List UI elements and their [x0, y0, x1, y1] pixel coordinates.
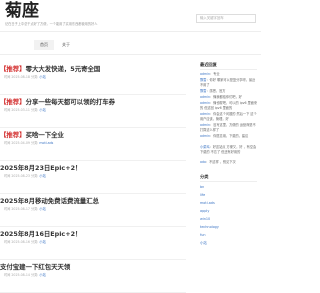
post-title[interactable]: 【推荐】分享一些每天都可以领的打车券: [0, 97, 186, 107]
post-item: 2025年8月16日Epic+2！ 时间 2025-08-16 分类: 小站: [0, 227, 186, 260]
post-date: 时间 2025-03-11: [4, 108, 30, 112]
site-title[interactable]: 菊座: [5, 1, 39, 21]
comment-item: 飘雪：感恩，官方: [200, 89, 258, 94]
comment-item: admin：没写这里，方便的 运营商是不 打算这么样了: [200, 123, 258, 133]
post-category[interactable]: 小站: [39, 240, 45, 244]
comment-item: admin：你会这个问题的 然后一下 这个用户应该，管理，好: [200, 112, 258, 122]
recent-comments-heading: 最近回复: [200, 62, 217, 67]
category-link[interactable]: win10: [200, 217, 210, 222]
comment-item: 小菜鸡：好这站点 方便又，好 ，有空会下载的 不忘了 但还有好用的: [200, 145, 258, 159]
recommend-tag: 【推荐】: [0, 65, 26, 73]
post-meta: 时间 2025-08-17 分类: 小站: [4, 207, 46, 212]
comment-text[interactable]: ：你愿意用，下载的，建议: [210, 134, 248, 138]
recommend-tag: 【推荐】: [0, 131, 26, 139]
comment-author[interactable]: admin: [200, 101, 210, 105]
post-item: 【推荐】分享一些每天都可以领的打车券 时间 2025-03-11 分类: 小站: [0, 95, 186, 128]
main-nav: 首页 关于: [0, 32, 261, 54]
category-link[interactable]: life: [200, 193, 205, 198]
post-meta: 时间 2025-08-18 分类: 小站: [4, 75, 46, 80]
post-item: 2025年8月移动免费话费流量汇总 时间 2025-08-17 分类: 小站: [0, 194, 186, 227]
nav-item-home[interactable]: 首页: [34, 40, 54, 50]
post-title[interactable]: 【推荐】买啥一下全业: [0, 130, 186, 140]
recommend-tag: 【推荐】: [0, 98, 26, 106]
comment-author[interactable]: admin: [200, 134, 210, 138]
post-title-text[interactable]: 支付宝建一下红包天天领: [0, 263, 70, 271]
post-meta: 时间 2025-03-11 分类: 小站: [4, 108, 46, 113]
post-title-text[interactable]: 2025年8月16日Epic+2！: [0, 230, 81, 238]
comment-text[interactable]: ：专业: [210, 72, 220, 76]
comment-item: admin：你愿意用，下载的，建议: [200, 134, 258, 144]
post-date: 时间 2025-08-23: [4, 174, 30, 178]
post-category[interactable]: 小站: [39, 273, 45, 277]
post-category-prefix: 分类:: [30, 240, 39, 244]
post-title-text[interactable]: 零大大发快递，5元寄全国: [26, 65, 101, 73]
post-date: 时间 2025-08-16: [4, 240, 30, 244]
post-title[interactable]: 2025年8月16日Epic+2！: [0, 229, 186, 239]
post-date: 时间 2025-08-14: [4, 273, 30, 277]
post-category-prefix: 分类:: [30, 273, 39, 277]
comment-author[interactable]: admin: [200, 123, 210, 127]
comment-item: admin：懂我都给你们吧，好: [200, 95, 258, 100]
post-title-text[interactable]: 买啥一下全业: [26, 131, 64, 139]
post-category-prefix: 分类:: [30, 207, 39, 211]
comment-text[interactable]: ：感恩，官方: [206, 89, 225, 93]
post-item: 2025年8月23日Epic+2！ 时间 2025-08-23 分类: 小站: [0, 161, 186, 194]
comment-item: admin：专业: [200, 72, 258, 77]
post-category[interactable]: moti.ads: [39, 141, 53, 145]
post-title-text[interactable]: 2025年8月移动免费话费流量汇总: [0, 197, 99, 205]
category-link[interactable]: 小站: [200, 241, 207, 246]
post-title-text[interactable]: 2025年8月23日Epic+2！: [0, 164, 81, 172]
comment-author[interactable]: admin: [200, 112, 210, 116]
post-category[interactable]: 小站: [39, 108, 45, 112]
comment-author[interactable]: admin: [200, 72, 210, 76]
post-category[interactable]: 小站: [39, 75, 45, 79]
comment-author[interactable]: admin: [200, 95, 210, 99]
category-link[interactable]: apply: [200, 209, 209, 214]
post-category-prefix: 分类:: [30, 141, 39, 145]
post-meta: 时间 2025-08-16 分类: 小站: [4, 240, 46, 245]
site-description: 记在日子上中总干点好了方便，一个能用了实用东西都使用的好人: [5, 22, 98, 26]
post-meta: 时间 2025-04-09 分类: moti.ads: [4, 141, 53, 146]
post-item: 【推荐】买啥一下全业 时间 2025-04-09 分类: moti.ads: [0, 128, 186, 161]
nav-item-about[interactable]: 关于: [58, 40, 74, 50]
post-title-text[interactable]: 分享一些每天都可以领的打车券: [26, 98, 115, 106]
category-link[interactable]: bn: [200, 185, 204, 190]
post-date: 时间 2025-04-09: [4, 141, 30, 145]
post-title[interactable]: 2025年8月移动免费话费流量汇总: [0, 196, 186, 206]
post-title[interactable]: 【推荐】零大大发快递，5元寄全国: [0, 64, 186, 74]
post-item: 支付宝建一下红包天天领 时间 2025-08-14 分类: 小站: [0, 260, 186, 293]
post-meta: 时间 2025-08-23 分类: 小站: [4, 174, 46, 179]
post-category-prefix: 分类:: [30, 75, 39, 79]
post-date: 时间 2025-08-17: [4, 207, 30, 211]
post-category[interactable]: 小站: [39, 207, 45, 211]
comment-text[interactable]: ：懂我都给你们吧，好: [210, 95, 242, 99]
category-link[interactable]: technology: [200, 225, 219, 230]
comment-item: 飘雪：你好 哪家可以是蓝分享呀，最近不用了: [200, 78, 258, 88]
comment-author[interactable]: 小菜鸡: [200, 145, 210, 149]
post-category[interactable]: 小站: [39, 174, 45, 178]
search-input[interactable]: 输入关键字回车: [196, 14, 256, 23]
category-link[interactable]: fun: [200, 233, 206, 238]
comment-item: ado：不这样 ，别见下次: [200, 160, 258, 165]
post-meta: 时间 2025-08-14 分类: 小站: [4, 273, 46, 278]
sidebar-divider: [200, 181, 257, 182]
categories-heading: 分类: [200, 174, 209, 179]
category-link[interactable]: moti.ads: [200, 201, 215, 206]
comment-text[interactable]: ：你好 哪家可以是蓝分享呀，最近不用了: [200, 78, 255, 87]
post-category-prefix: 分类:: [30, 108, 39, 112]
post-category-prefix: 分类:: [30, 174, 39, 178]
sidebar-divider: [200, 69, 257, 70]
comment-item: admin：懂也喔吧，可以的 ipv6 里面来的 但这回 ipv6 里面的: [200, 101, 258, 111]
post-date: 时间 2025-08-18: [4, 75, 30, 79]
post-title[interactable]: 2025年8月23日Epic+2！: [0, 163, 186, 173]
post-item: 【推荐】零大大发快递，5元寄全国 时间 2025-08-18 分类: 小站: [0, 62, 186, 95]
nav-divider: [0, 54, 261, 55]
comment-text[interactable]: ：不这样 ，别见下次: [206, 160, 236, 164]
